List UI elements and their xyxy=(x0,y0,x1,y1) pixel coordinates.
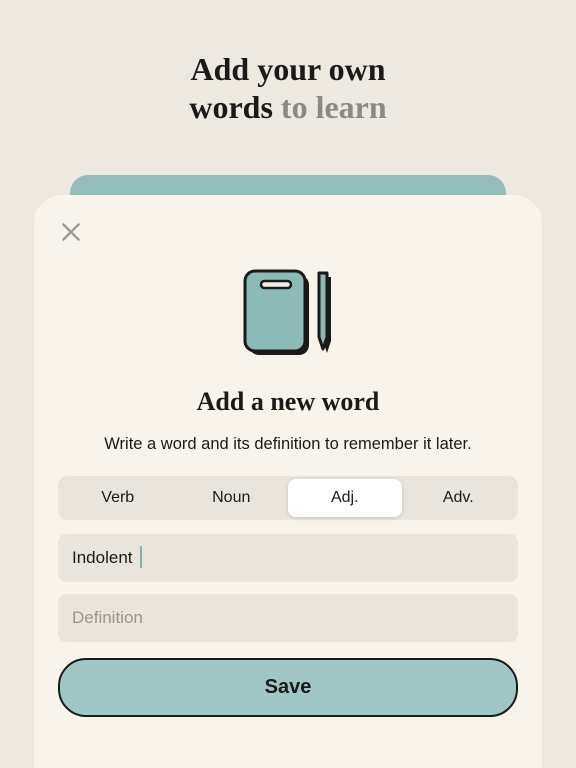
segment-adj[interactable]: Adj. xyxy=(288,479,402,517)
modal-title: Add a new word xyxy=(58,387,518,417)
title-line2-muted: to learn xyxy=(273,89,387,125)
segment-adv[interactable]: Adv. xyxy=(402,479,516,517)
text-cursor xyxy=(140,546,142,568)
modal-subtitle: Write a word and its definition to remem… xyxy=(58,435,518,454)
word-input-wrapper xyxy=(58,534,518,582)
title-line1: Add your own xyxy=(190,51,385,87)
part-of-speech-selector: Verb Noun Adj. Adv. xyxy=(58,476,518,520)
page-title: Add your own words to learn xyxy=(20,50,556,127)
notebook-pencil-icon xyxy=(58,263,518,363)
page-header: Add your own words to learn xyxy=(0,0,576,127)
segment-verb[interactable]: Verb xyxy=(61,479,175,517)
title-line2-bold: words xyxy=(189,89,273,125)
save-button[interactable]: Save xyxy=(58,658,518,717)
word-input[interactable] xyxy=(58,534,518,582)
add-word-modal: Add a new word Write a word and its defi… xyxy=(34,195,542,768)
definition-input[interactable] xyxy=(58,594,518,642)
segment-noun[interactable]: Noun xyxy=(175,479,289,517)
close-icon[interactable] xyxy=(58,219,84,245)
